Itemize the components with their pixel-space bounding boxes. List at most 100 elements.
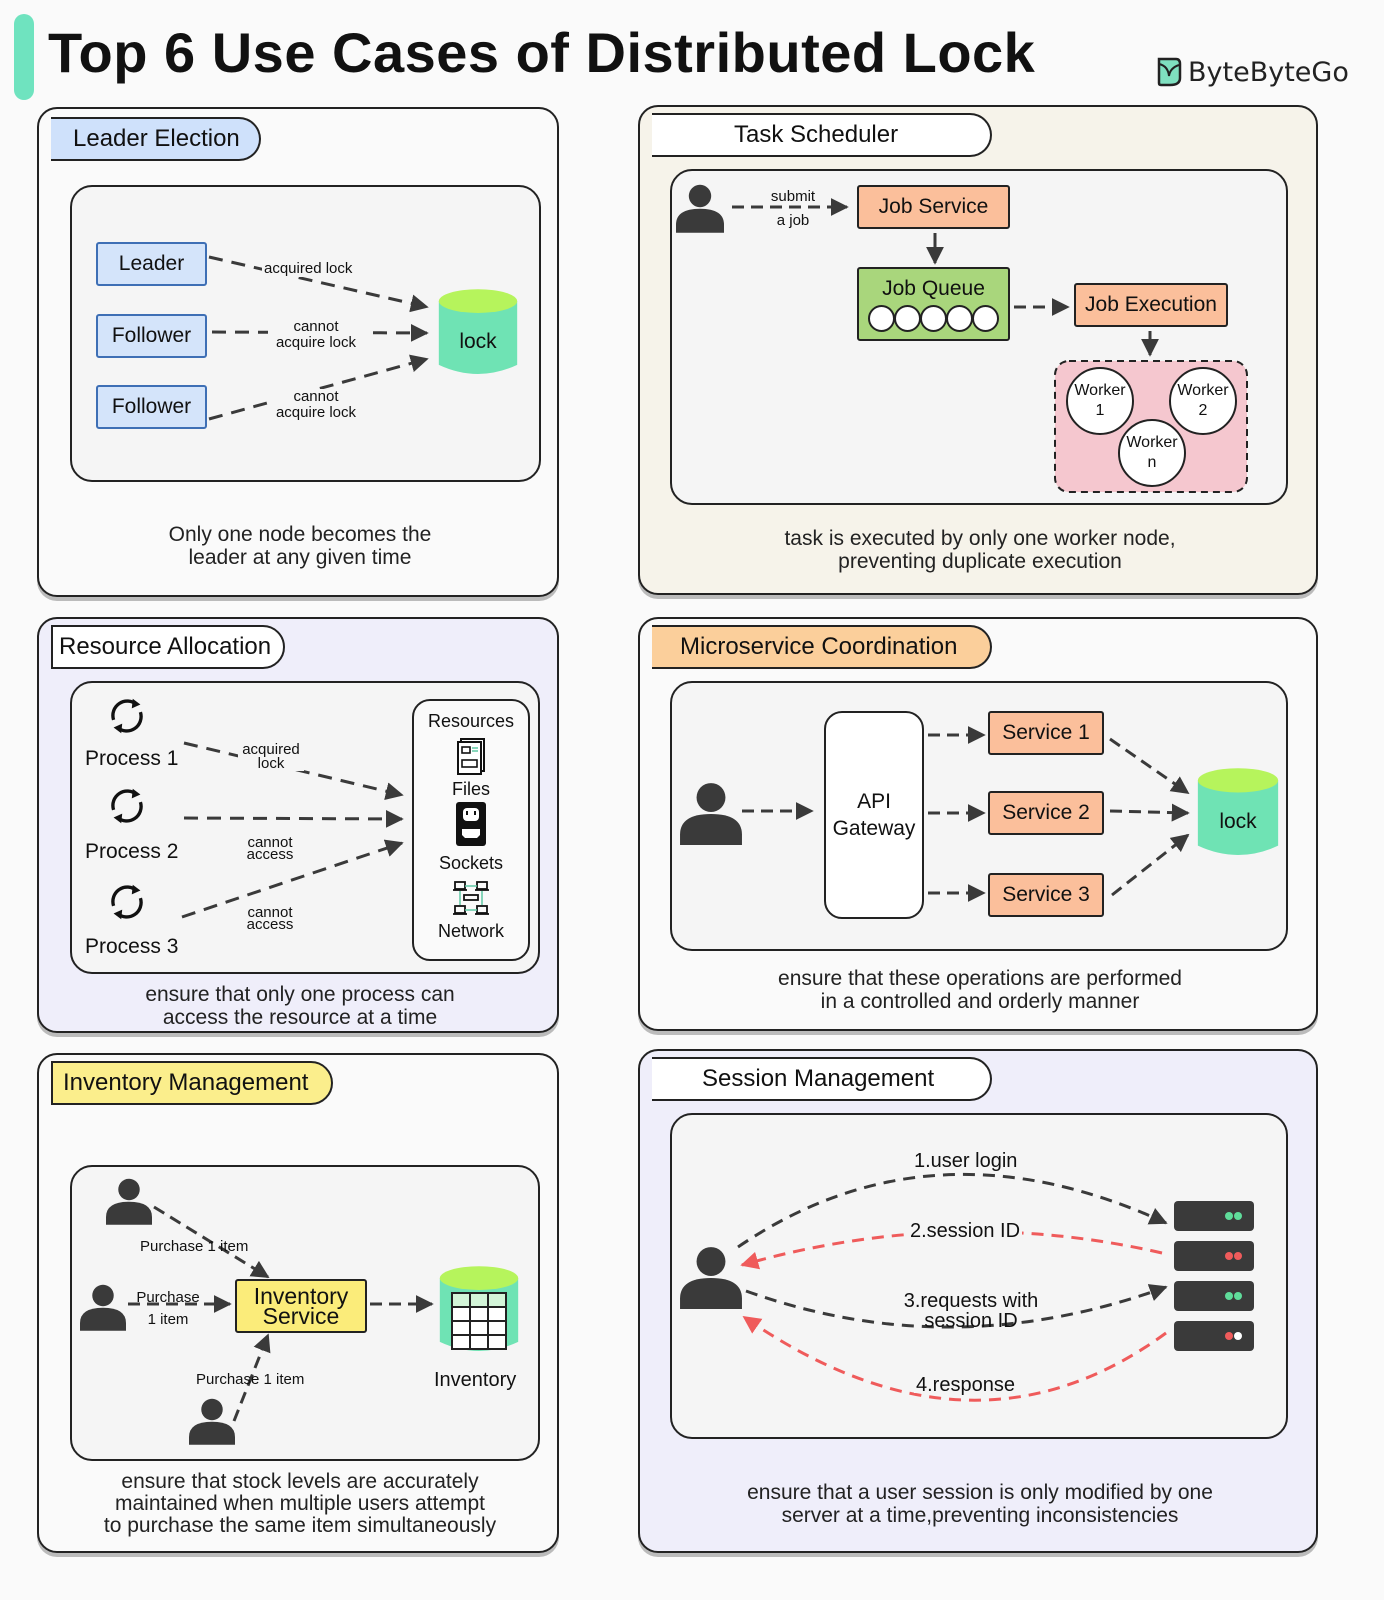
task-scheduler-diagram: submit a job Job Service Job Queue Job E… [670, 169, 1288, 505]
inventory-diagram: Purchase 1 item Purchase 1 item Purchase… [70, 1165, 540, 1461]
edge-label: Purchase 1 item [130, 1287, 206, 1331]
arrow-service3-lock [1111, 833, 1190, 897]
user-icon [189, 1398, 235, 1445]
step-label: 1.user login [912, 1150, 1020, 1172]
user-icon [680, 783, 742, 845]
caption-line: task is executed by only one worker node… [784, 527, 1176, 550]
resources-box: Resources Files Sockets Network [412, 699, 530, 961]
user-icon [680, 1247, 742, 1309]
gateway-line: API [857, 790, 891, 813]
user-icon [80, 1284, 126, 1331]
power-socket-icon [456, 802, 486, 846]
caption-line: maintained when multiple users attempt [114, 1492, 486, 1515]
caption-line: in a controlled and orderly manner [820, 990, 1140, 1013]
session-caption: ensure that a user session is only modif… [640, 1481, 1320, 1527]
inventory-label: Inventory [434, 1369, 517, 1391]
label-line: access [246, 846, 294, 863]
edge-label: cannot access [242, 905, 298, 933]
edge-label: cannot acquire lock [268, 319, 364, 351]
resources-title: Resources [427, 711, 515, 731]
server-led [1234, 1252, 1242, 1260]
service-box: Service 1 [988, 711, 1104, 755]
panel-title: Resource Allocation [59, 633, 272, 660]
service-line: Service [262, 1303, 340, 1329]
worker-n: Worker n [1118, 419, 1186, 487]
process-sync-icon [111, 787, 143, 825]
inventory-table-icon [451, 1292, 507, 1350]
job-queue-box: Job Queue [857, 267, 1010, 341]
microservice-coordination-tag: Microservice Coordination [652, 625, 992, 669]
label-line: submit [770, 188, 816, 205]
leader-election-panel: Leader Election Leader Follower Follower… [37, 107, 559, 597]
process-label: Process 1 [85, 747, 179, 770]
server-rack [1174, 1201, 1254, 1351]
session-management-panel: Session Management 1.user login 2.sessio… [638, 1049, 1318, 1553]
task-scheduler-panel: Task Scheduler submit a job Job Service … [638, 105, 1318, 595]
caption-line: ensure that these operations are perform… [778, 967, 1182, 990]
queue-slot [893, 304, 921, 332]
page-title: Top 6 Use Cases of Distributed Lock [48, 21, 1036, 84]
arrow-service1-lock [1109, 737, 1190, 795]
job-queue-label: Job Queue [882, 276, 985, 300]
worker-number: 1 [1095, 402, 1105, 419]
queue-slot [971, 304, 999, 332]
edge-label: cannot access [242, 835, 298, 863]
server-led [1225, 1252, 1233, 1260]
server-led [1234, 1212, 1242, 1220]
caption-line: Only one node becomes the [168, 523, 432, 546]
caption-line: ensure that stock levels are accurately [121, 1470, 479, 1493]
inventory-service-box: Inventory Service [235, 1279, 367, 1333]
server-led [1225, 1212, 1233, 1220]
process-label: Process 2 [85, 840, 179, 863]
process-sync-icon [111, 697, 143, 735]
resource-label: Network [437, 921, 504, 941]
worker-label: Worker [1177, 382, 1229, 399]
label-line: access [246, 916, 294, 933]
brand-logo: ByteByteGo [1156, 56, 1349, 88]
file-document-icon [457, 738, 485, 775]
panel-title: Leader Election [73, 125, 240, 152]
caption-line: leader at any given time [188, 546, 412, 569]
server-led [1225, 1292, 1233, 1300]
step-label: 3.requests with session ID [896, 1291, 1046, 1331]
microservice-diagram: API Gateway Service 1 Service 2 Service … [670, 681, 1288, 951]
job-execution-box: Job Execution [1074, 283, 1228, 327]
edge-label: acquired lock [262, 260, 355, 277]
panel-title: Task Scheduler [734, 121, 899, 148]
process-sync-icon [111, 883, 143, 921]
task-scheduler-caption: task is executed by only one worker node… [640, 527, 1320, 573]
worker-label: Worker [1126, 434, 1178, 451]
label-line: lock [257, 755, 285, 772]
worker-number: n [1147, 454, 1157, 471]
edge-label: Purchase 1 item [196, 1371, 305, 1388]
worker-number: 2 [1198, 402, 1208, 419]
gateway-line: Gateway [832, 817, 916, 840]
caption-line: to purchase the same item simultaneously [103, 1514, 497, 1537]
inventory-management-tag: Inventory Management [51, 1061, 333, 1105]
panel-title: Inventory Management [63, 1069, 309, 1096]
caption-line: access the resource at a time [162, 1006, 438, 1029]
resource-label: Sockets [438, 853, 504, 873]
caption-line: ensure that a user session is only modif… [747, 1481, 1213, 1504]
microservice-caption: ensure that these operations are perform… [640, 967, 1320, 1013]
title-accent-bar [14, 14, 34, 100]
server-led [1225, 1332, 1233, 1340]
submit-label: submit a job [762, 185, 824, 233]
worker-1: Worker 1 [1066, 367, 1134, 435]
microservice-coordination-panel: Microservice Coordination API Gateway Se… [638, 617, 1318, 1031]
lock-label: lock [459, 330, 497, 353]
label-line: a job [776, 212, 810, 229]
panel-title: Microservice Coordination [680, 633, 958, 660]
server-led [1234, 1332, 1242, 1340]
bytebytego-logo-icon [1157, 57, 1182, 87]
resource-allocation-diagram: Process 1 Process 2 Process 3 acquired l… [70, 681, 540, 974]
process-label: Process 3 [85, 935, 179, 958]
session-management-tag: Session Management [652, 1057, 992, 1101]
server-led [1234, 1292, 1242, 1300]
brand-name: ByteByteGo [1188, 56, 1349, 88]
lock-label: lock [1219, 810, 1257, 833]
arrow-process2 [183, 809, 404, 828]
api-gateway-box: API Gateway [824, 711, 924, 919]
resource-allocation-panel: Resource Allocation Process 1 Process 2 … [37, 617, 559, 1033]
arrow-service2-lock [1109, 803, 1190, 822]
